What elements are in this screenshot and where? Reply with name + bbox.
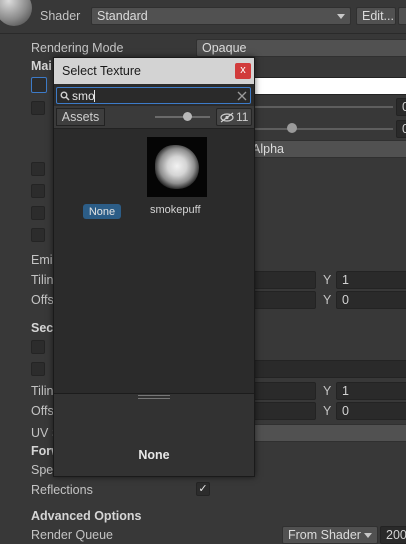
- shader-value: Standard: [97, 9, 148, 23]
- texture-grid: None smokepuff: [54, 129, 254, 390]
- uv-set-dropdown[interactable]: [253, 424, 406, 442]
- height-map-slot[interactable]: [31, 184, 45, 198]
- rendering-mode-value: Opaque: [202, 41, 247, 55]
- clear-search-icon[interactable]: [237, 91, 247, 101]
- secondary-maps-title: Sec: [31, 321, 54, 335]
- reflections-label: Reflections: [31, 483, 93, 497]
- specular-highlights-label: Spe: [31, 463, 54, 477]
- texture-item-none-label: None: [88, 206, 116, 218]
- close-icon: x: [240, 64, 246, 76]
- offset-y-label-1: Y: [323, 293, 332, 307]
- detail-normal-slot[interactable]: [31, 362, 45, 376]
- render-queue-mode-value: From Shader: [288, 528, 361, 542]
- close-button[interactable]: x: [235, 63, 251, 79]
- visibility-hidden-icon: [220, 112, 234, 123]
- smoothness-value[interactable]: 0: [396, 120, 406, 138]
- render-queue-mode-dropdown[interactable]: From Shader: [282, 526, 378, 544]
- texture-item-smokepuff-label: smokepuff: [150, 204, 201, 216]
- caret-down-icon: [364, 533, 372, 538]
- offset-x-field-1[interactable]: [253, 291, 316, 309]
- tiling-label-1: Tilin: [31, 273, 54, 287]
- rendering-mode-label: Rendering Mode: [31, 41, 124, 55]
- tiling-x-field-2[interactable]: [253, 382, 316, 400]
- select-texture-window[interactable]: Select Texture x smo Assets 11 None smok…: [53, 57, 255, 477]
- texture-item-none[interactable]: None: [83, 204, 121, 219]
- shader-options-button[interactable]: [398, 7, 406, 25]
- tab-assets[interactable]: Assets: [56, 108, 105, 126]
- checkmark-icon: ✓: [198, 483, 208, 495]
- smoothness-slider-track[interactable]: [253, 128, 393, 130]
- albedo-color-field[interactable]: [253, 77, 406, 95]
- search-text: smo: [72, 89, 95, 103]
- detail-albedo-slot[interactable]: [31, 340, 45, 354]
- resize-handle[interactable]: [138, 395, 170, 399]
- tiling-x-field-1[interactable]: [253, 271, 316, 289]
- offset-y-value-2: 0: [342, 404, 349, 418]
- normal-map-slot[interactable]: [31, 162, 45, 176]
- edit-button-label: Edit...: [362, 9, 394, 23]
- offset-y-value-1: 0: [342, 293, 349, 307]
- hidden-count-toggle[interactable]: 11: [216, 108, 252, 126]
- search-input[interactable]: smo: [56, 87, 251, 104]
- tiling-y-field-1[interactable]: 1: [336, 271, 406, 289]
- offset-y-field-2[interactable]: 0: [336, 402, 406, 420]
- header-divider: [0, 33, 406, 34]
- smoothness-slider-handle[interactable]: [287, 123, 297, 133]
- reflections-checkbox[interactable]: ✓: [196, 482, 210, 496]
- render-queue-label: Render Queue: [31, 528, 114, 542]
- popup-title-bar[interactable]: Select Texture x: [54, 58, 254, 84]
- tiling-y-value-1: 1: [342, 273, 349, 287]
- offset-x-field-2[interactable]: [253, 402, 316, 420]
- tiling-y-label-1: Y: [323, 273, 332, 287]
- shader-label: Shader: [40, 9, 81, 23]
- occlusion-slot[interactable]: [31, 206, 45, 220]
- text-cursor: [94, 90, 95, 102]
- shader-dropdown[interactable]: Standard: [91, 7, 351, 25]
- tiling-y-label-2: Y: [323, 384, 332, 398]
- tiling-label-2: Tilin: [31, 384, 54, 398]
- offset-y-label-2: Y: [323, 404, 332, 418]
- offset-y-field-1[interactable]: 0: [336, 291, 406, 309]
- metallic-value[interactable]: 0: [396, 98, 406, 116]
- render-queue-value: 200: [386, 528, 406, 542]
- render-queue-value-field[interactable]: 200: [380, 526, 406, 544]
- edit-shader-button[interactable]: Edit...: [356, 7, 396, 25]
- rendering-mode-dropdown[interactable]: Opaque: [196, 39, 406, 57]
- metallic-value-text: 0: [402, 100, 406, 114]
- tiling-y-field-2[interactable]: 1: [336, 382, 406, 400]
- preview-label: None: [138, 448, 170, 462]
- advanced-options-title: Advanced Options: [31, 509, 142, 523]
- detail-normal-field[interactable]: [253, 360, 406, 378]
- metallic-slider-track[interactable]: [253, 106, 393, 108]
- offset-label-1: Offs: [31, 293, 54, 307]
- texture-item-smokepuff[interactable]: smokepuff: [145, 137, 209, 223]
- smokepuff-thumbnail: [147, 137, 207, 197]
- shader-sphere-icon: [0, 0, 32, 26]
- assets-toolbar: Assets 11: [54, 106, 254, 129]
- smoothness-value-text: 0: [402, 122, 406, 136]
- caret-down-icon: [337, 14, 345, 19]
- search-icon: [60, 91, 70, 101]
- preview-pane: None: [54, 393, 254, 476]
- main-maps-title: Mai: [31, 59, 52, 73]
- zoom-slider-handle[interactable]: [183, 112, 192, 121]
- hidden-count: 11: [236, 110, 249, 124]
- offset-label-2: Offs: [31, 404, 54, 418]
- tiling-y-value-2: 1: [342, 384, 349, 398]
- albedo-texture-slot[interactable]: [31, 77, 47, 93]
- popup-title: Select Texture: [62, 64, 141, 78]
- source-dropdown[interactable]: Alpha: [240, 140, 406, 158]
- tab-assets-label: Assets: [61, 110, 100, 124]
- metallic-texture-slot[interactable]: [31, 101, 45, 115]
- detail-mask-slot[interactable]: [31, 228, 45, 242]
